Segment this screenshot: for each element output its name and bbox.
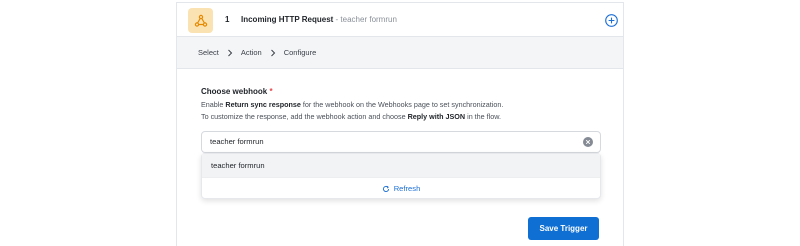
help-line-1-pre: Enable (201, 100, 226, 109)
help-line-2-bold: Reply with JSON (407, 112, 466, 121)
breadcrumb-select[interactable]: Select (198, 48, 219, 57)
choose-webhook-label-text: Choose webhook (201, 87, 268, 96)
add-step-button[interactable] (604, 13, 618, 27)
help-line-1-bold: Return sync response (225, 100, 301, 109)
webhook-dropdown: teacher formrun Refresh (201, 153, 601, 199)
breadcrumb-action[interactable]: Action (241, 48, 262, 57)
dropdown-option[interactable]: teacher formrun (202, 154, 600, 177)
help-line-2-pre: To customize the response, add the webho… (201, 112, 408, 121)
help-line-1-post: for the webhook on the Webhooks page to … (300, 100, 504, 109)
chevron-right-icon (270, 49, 276, 57)
refresh-button[interactable]: Refresh (202, 177, 600, 199)
plus-circle-icon (604, 13, 618, 27)
help-line-2-post: in the flow. (465, 112, 502, 121)
webhook-select-value: teacher formrun (210, 137, 264, 146)
help-line-2: To customize the response, add the webho… (201, 111, 503, 123)
chevron-right-icon (227, 49, 233, 57)
required-mark: * (269, 87, 273, 96)
step-subtitle: - teacher formrun (335, 15, 397, 24)
webhook-icon (188, 8, 213, 33)
step-title: Incoming HTTP Request - teacher formrun (241, 15, 397, 24)
clear-button[interactable] (583, 137, 593, 147)
webhook-help-text: Enable Return sync response for the webh… (201, 99, 503, 123)
refresh-label: Refresh (393, 184, 421, 193)
breadcrumb: Select Action Configure (177, 37, 623, 69)
choose-webhook-label: Choose webhook * (201, 87, 273, 96)
close-icon (585, 139, 591, 145)
step-number: 1 (225, 15, 230, 24)
step-title-text: Incoming HTTP Request (241, 15, 334, 24)
refresh-icon (382, 185, 390, 193)
help-line-1: Enable Return sync response for the webh… (201, 99, 503, 111)
save-trigger-button[interactable]: Save Trigger (528, 217, 599, 240)
trigger-panel: 1 Incoming HTTP Request - teacher formru… (176, 2, 624, 246)
step-header[interactable]: 1 Incoming HTTP Request - teacher formru… (177, 3, 623, 37)
breadcrumb-configure[interactable]: Configure (284, 48, 317, 57)
webhook-select-input[interactable]: teacher formrun (201, 131, 601, 153)
